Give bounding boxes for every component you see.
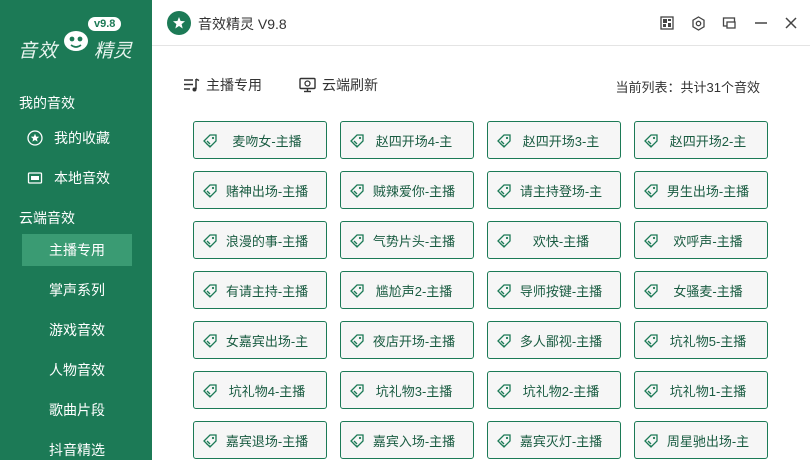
playlist-icon — [182, 76, 200, 94]
sound-effect-button[interactable]: 坑礼物1-主播 — [634, 371, 768, 409]
sidebar-item-local[interactable]: 本地音效 — [26, 162, 136, 194]
sound-effect-button[interactable]: 嘉宾灭灯-主播 — [487, 421, 621, 459]
monitor-refresh-icon — [298, 76, 316, 94]
sound-tag-icon — [349, 233, 365, 249]
sound-effect-button[interactable]: 导师按键-主播 — [487, 271, 621, 309]
minimize-icon[interactable] — [752, 14, 770, 32]
playlist-label: 主播专用 — [206, 77, 262, 93]
folder-icon — [26, 169, 44, 187]
sound-tag-icon — [202, 333, 218, 349]
sound-effect-button[interactable]: 麦吻女-主播 — [193, 121, 327, 159]
minimize-to-tray-icon[interactable] — [720, 14, 738, 32]
sound-tag-icon — [496, 383, 512, 399]
sound-effect-button[interactable]: 坑礼物2-主播 — [487, 371, 621, 409]
sound-effect-button[interactable]: 多人鄙视-主播 — [487, 321, 621, 359]
sidebar-item-douyin[interactable]: 抖音精选 — [22, 434, 132, 460]
sidebar-item-songs[interactable]: 歌曲片段 — [22, 394, 132, 426]
toolbar: 主播专用 云端刷新 当前列表：共计31个音效 — [152, 46, 810, 116]
sound-tag-icon — [349, 183, 365, 199]
sidebar: 音效 精灵 v9.8 我的音效 我的收藏 本地音效 云端音效 主播专用 掌声系列… — [0, 0, 152, 460]
sidebar-item-label: 本地音效 — [54, 170, 110, 186]
sidebar-item-label: 我的收藏 — [54, 130, 110, 146]
list-count: 当前列表：共计31个音效 — [615, 80, 760, 95]
sidebar-item-favorites[interactable]: 我的收藏 — [26, 122, 136, 154]
sound-tag-icon — [202, 283, 218, 299]
sound-tag-icon — [496, 433, 512, 449]
sound-effect-button[interactable]: 贼辣爱你-主播 — [340, 171, 474, 209]
sound-tag-icon — [202, 433, 218, 449]
cloud-refresh-label: 云端刷新 — [322, 77, 378, 93]
sound-effect-button[interactable]: 气势片头-主播 — [340, 221, 474, 259]
logo-text-left: 音效 — [18, 40, 59, 62]
sound-tag-icon — [202, 233, 218, 249]
sound-effect-button[interactable]: 赵四开场2-主 — [634, 121, 768, 159]
sound-effect-button[interactable]: 夜店开场-主播 — [340, 321, 474, 359]
sound-tag-icon — [496, 283, 512, 299]
sound-tag-icon — [643, 283, 659, 299]
app-logo: 音效 精灵 v9.8 — [14, 14, 144, 64]
sound-effect-button[interactable]: 赵四开场4-主 — [340, 121, 474, 159]
sidebar-item-anchor[interactable]: 主播专用 — [22, 234, 132, 266]
version-badge: v9.8 — [88, 17, 122, 31]
sound-tag-icon — [202, 133, 218, 149]
sidebar-item-character[interactable]: 人物音效 — [22, 354, 132, 386]
title-bar: 音效精灵 V9.8 — [152, 0, 810, 46]
sound-tag-icon — [643, 333, 659, 349]
sound-tag-icon — [643, 383, 659, 399]
settings-hex-icon[interactable] — [689, 14, 707, 32]
sound-tag-icon — [643, 233, 659, 249]
sidebar-item-applause[interactable]: 掌声系列 — [22, 274, 132, 306]
sound-effect-button[interactable]: 坑礼物4-主播 — [193, 371, 327, 409]
sound-effect-button[interactable]: 浪漫的事-主播 — [193, 221, 327, 259]
sound-effect-button[interactable]: 欢快-主播 — [487, 221, 621, 259]
cloud-refresh-button[interactable]: 云端刷新 — [298, 75, 378, 95]
sound-tag-icon — [643, 133, 659, 149]
playlist-button[interactable]: 主播专用 — [182, 75, 262, 95]
sound-tag-icon — [496, 183, 512, 199]
sound-effect-button[interactable]: 男生出场-主播 — [634, 171, 768, 209]
logo-face-icon — [64, 31, 88, 51]
window-title: 音效精灵 V9.8 — [198, 16, 287, 32]
sound-tag-icon — [643, 433, 659, 449]
sound-effect-button[interactable]: 尴尬声2-主播 — [340, 271, 474, 309]
sound-tag-icon — [202, 183, 218, 199]
sound-effect-button[interactable]: 周星驰出场-主 — [634, 421, 768, 459]
sound-tag-icon — [496, 333, 512, 349]
section-my-sfx: 我的音效 — [19, 95, 75, 111]
sound-tag-icon — [349, 283, 365, 299]
sound-tag-icon — [202, 383, 218, 399]
sound-effect-button[interactable]: 欢呼声-主播 — [634, 221, 768, 259]
sound-effect-button[interactable]: 嘉宾退场-主播 — [193, 421, 327, 459]
sound-effect-button[interactable]: 嘉宾入场-主播 — [340, 421, 474, 459]
sound-effect-button[interactable]: 请主持登场-主 — [487, 171, 621, 209]
sound-effect-button[interactable]: 女嘉宾出场-主 — [193, 321, 327, 359]
sidebar-item-game[interactable]: 游戏音效 — [22, 314, 132, 346]
sound-effect-button[interactable]: 坑礼物5-主播 — [634, 321, 768, 359]
sound-tag-icon — [349, 133, 365, 149]
sound-effect-button[interactable]: 赵四开场3-主 — [487, 121, 621, 159]
section-cloud-sfx: 云端音效 — [19, 210, 75, 226]
sound-effect-button[interactable]: 有请主持-主播 — [193, 271, 327, 309]
sound-effect-button[interactable]: 坑礼物3-主播 — [340, 371, 474, 409]
logo-text-right: 精灵 — [94, 40, 133, 62]
star-circle-icon — [26, 129, 44, 147]
app-icon — [167, 11, 191, 35]
sound-tag-icon — [496, 233, 512, 249]
sound-tag-icon — [349, 433, 365, 449]
sound-effect-button[interactable]: 女骚麦-主播 — [634, 271, 768, 309]
sound-tag-icon — [643, 183, 659, 199]
close-icon[interactable] — [782, 14, 800, 32]
sound-effect-button[interactable]: 赌神出场-主播 — [193, 171, 327, 209]
sound-tag-icon — [349, 383, 365, 399]
skin-icon[interactable] — [658, 14, 676, 32]
sound-tag-icon — [349, 333, 365, 349]
sound-tag-icon — [496, 133, 512, 149]
